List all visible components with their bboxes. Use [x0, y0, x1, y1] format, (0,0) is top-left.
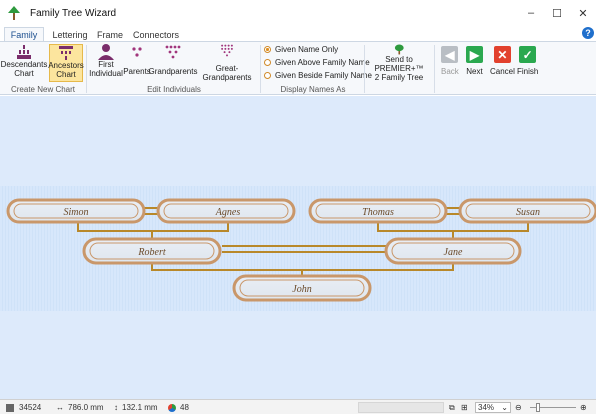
- divider: [86, 45, 87, 93]
- zoom-slider[interactable]: [530, 403, 576, 412]
- name-frame-susan[interactable]: Susan: [458, 198, 596, 224]
- tab-lettering[interactable]: Lettering: [48, 27, 92, 42]
- parents-icon: [132, 47, 142, 57]
- width-arrow-icon: ↔: [56, 403, 64, 412]
- close-button[interactable]: ✕: [570, 0, 596, 26]
- design-canvas[interactable]: Simon Agnes Thomas Susan Robert Jane Joh…: [0, 96, 596, 399]
- radio-icon: [264, 59, 271, 66]
- height-arrow-icon: ↕: [114, 403, 118, 412]
- minimize-button[interactable]: –: [518, 0, 544, 26]
- next-arrow-icon: ▶: [466, 46, 483, 63]
- family-tree-chart: Simon Agnes Thomas Susan Robert Jane Joh…: [6, 198, 596, 302]
- name-frame-john[interactable]: John: [232, 274, 372, 302]
- parents-button[interactable]: Parents: [123, 44, 151, 82]
- tree-icon: [394, 44, 404, 55]
- divider: [364, 45, 365, 93]
- window-title: Family Tree Wizard: [30, 7, 117, 19]
- descendants-icon: [17, 45, 31, 59]
- finish-button[interactable]: ✓ Finish: [517, 46, 538, 76]
- radio-given-above-family[interactable]: Given Above Family Name: [264, 58, 370, 67]
- color-palette-icon: [168, 403, 176, 412]
- cancel-button[interactable]: ✕ Cancel: [490, 46, 515, 76]
- name-frame-agnes[interactable]: Agnes: [156, 198, 296, 224]
- color-count: 48: [168, 403, 189, 412]
- grandparents-button[interactable]: Grandparents: [149, 44, 197, 82]
- ribbon-tabs: Family Lettering Frame Connectors ?: [0, 26, 596, 42]
- zoom-out-icon[interactable]: ⊖: [515, 403, 522, 412]
- grid-icon[interactable]: ⊞: [461, 403, 468, 412]
- name-frame-simon[interactable]: Simon: [6, 198, 146, 224]
- radio-selected-icon: [264, 46, 271, 53]
- maximize-button[interactable]: ☐: [544, 0, 570, 26]
- name-simon: Simon: [64, 207, 89, 218]
- finish-check-icon: ✓: [519, 46, 537, 63]
- design-height: ↕ 132.1 mm: [114, 403, 158, 412]
- name-robert: Robert: [137, 247, 165, 258]
- name-agnes: Agnes: [215, 207, 241, 218]
- radio-given-beside-family[interactable]: Given Beside Family Name: [264, 71, 372, 80]
- divider: [434, 45, 435, 93]
- tab-connectors[interactable]: Connectors: [130, 27, 182, 42]
- stitches-icon: [6, 403, 14, 412]
- radio-icon: [264, 72, 271, 79]
- first-individual-button[interactable]: First Individual: [89, 44, 123, 82]
- zoom-in-icon[interactable]: ⊕: [580, 403, 587, 412]
- ancestors-icon: [59, 46, 73, 60]
- radio-given-name-only[interactable]: Given Name Only: [264, 45, 338, 54]
- name-john: John: [292, 284, 311, 295]
- chevron-down-icon: ⌄: [501, 403, 508, 412]
- design-width: ↔ 786.0 mm: [56, 403, 104, 412]
- name-thomas: Thomas: [362, 207, 394, 218]
- divider: [260, 45, 261, 93]
- fit-to-window-icon[interactable]: ⧉: [449, 403, 455, 413]
- zoom-slider-thumb[interactable]: [536, 403, 540, 412]
- zoom-select[interactable]: 34% ⌄: [475, 402, 511, 413]
- name-frame-jane[interactable]: Jane: [384, 237, 522, 265]
- back-button[interactable]: ◀ Back: [441, 46, 459, 76]
- edit-individuals-group-label: Edit Individuals: [147, 85, 201, 94]
- name-susan: Susan: [516, 207, 540, 218]
- name-jane: Jane: [444, 247, 463, 258]
- create-new-chart-group-label: Create New Chart: [10, 85, 76, 94]
- name-frame-robert[interactable]: Robert: [82, 237, 222, 265]
- tree-app-icon: [8, 6, 20, 20]
- great-grandparents-button[interactable]: Great-Grandparents: [196, 44, 258, 82]
- back-arrow-icon: ◀: [441, 46, 459, 63]
- title-bar: Family Tree Wizard – ☐ ✕: [0, 0, 596, 26]
- help-icon[interactable]: ?: [582, 27, 594, 39]
- send-to-premier-button[interactable]: Send to PREMIER+™ 2 Family Tree: [366, 44, 432, 82]
- ancestors-chart-button[interactable]: Ancestors Chart: [48, 44, 84, 82]
- grandparents-icon: [165, 45, 181, 59]
- display-names-group-label: Display Names As: [280, 85, 346, 94]
- next-button[interactable]: ▶ Next: [466, 46, 483, 76]
- cancel-x-icon: ✕: [493, 46, 511, 63]
- name-frame-thomas[interactable]: Thomas: [308, 198, 448, 224]
- great-grandparents-icon: [221, 44, 233, 57]
- descendants-chart-button[interactable]: Descendants Chart: [1, 44, 47, 82]
- status-field: [358, 402, 444, 413]
- person-icon: [98, 44, 114, 60]
- tab-family[interactable]: Family: [4, 27, 44, 42]
- status-bar: 34524 ↔ 786.0 mm ↕ 132.1 mm 48 ⧉ ⊞ 34% ⌄…: [0, 399, 596, 414]
- stitch-count: 34524: [6, 403, 41, 412]
- tab-frame[interactable]: Frame: [94, 27, 126, 42]
- ribbon: Descendants Chart Ancestors Chart Create…: [0, 41, 596, 95]
